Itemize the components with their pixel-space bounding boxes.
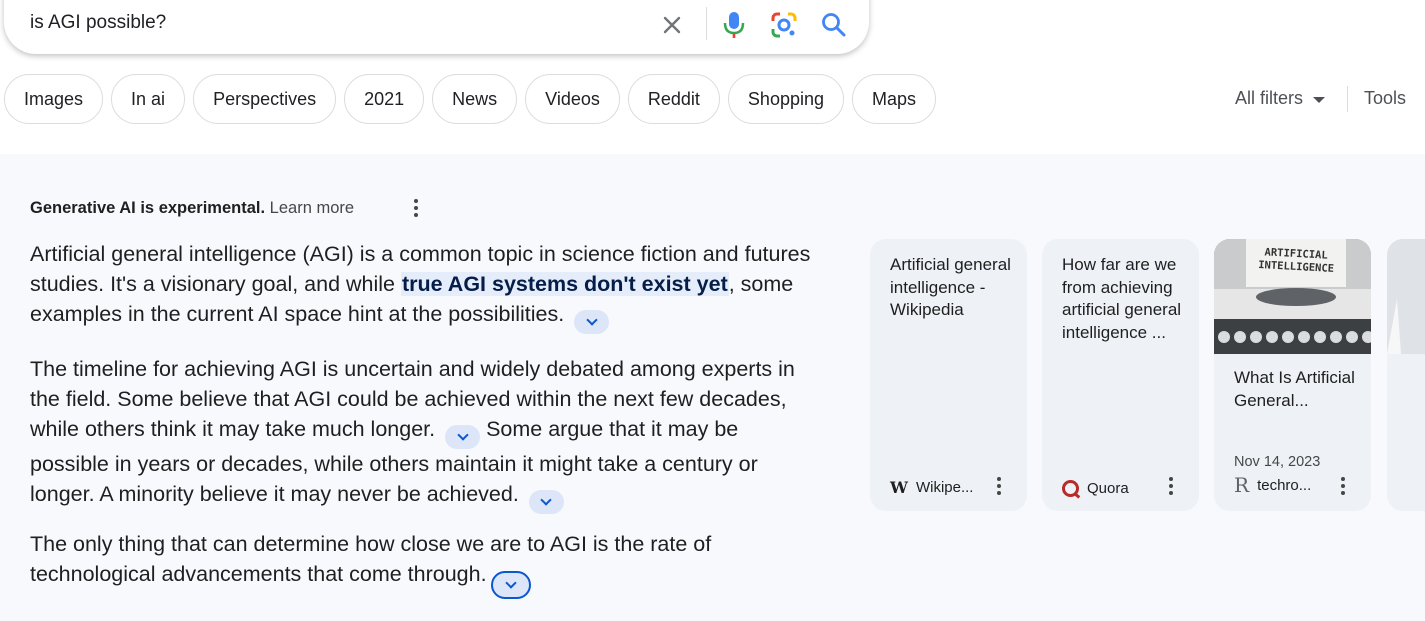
typewriter-thumbnail: ARTIFICIAL INTELLIGENCE: [1214, 239, 1371, 354]
more-options-icon[interactable]: [1341, 477, 1345, 495]
microphone-icon[interactable]: [721, 11, 747, 39]
search-bar[interactable]: is AGI possible?: [4, 0, 869, 54]
search-input[interactable]: is AGI possible?: [30, 12, 166, 34]
google-lens-icon[interactable]: [770, 11, 798, 39]
source-name: Wikipe...: [915, 479, 974, 496]
chip-reddit[interactable]: Reddit: [627, 74, 720, 124]
source-date: Nov 14, 2023: [1234, 454, 1321, 470]
source-card-quora[interactable]: How far are we from achieving artificial…: [1042, 239, 1199, 511]
more-options-icon[interactable]: [1169, 477, 1173, 495]
wikipedia-icon: W: [890, 478, 908, 497]
search-divider: [706, 7, 707, 40]
source-title: What Is Artificial General...: [1234, 368, 1355, 410]
chip-in-ai[interactable]: In ai: [111, 74, 186, 124]
answer-text: The only thing that can determine how cl…: [30, 532, 712, 586]
answer-paragraph-1: Artificial general intelligence (AGI) is…: [30, 239, 820, 334]
source-card-techrocket[interactable]: ARTIFICIAL INTELLIGENCE What Is Artifici…: [1214, 239, 1371, 511]
chevron-down-icon: [586, 314, 598, 326]
chip-videos[interactable]: Videos: [525, 74, 620, 124]
search-filter-chips: Images In ai Perspectives 2021 News Vide…: [4, 74, 937, 124]
source-card-wikipedia[interactable]: Artificial general intelligence - Wikipe…: [870, 239, 1027, 511]
source-card-partial[interactable]: [1387, 239, 1425, 511]
more-options-icon[interactable]: [997, 477, 1001, 495]
highlighted-text: true AGI systems don't exist yet: [401, 272, 729, 296]
source-footer: R techro...: [1234, 473, 1311, 497]
filters-divider: [1347, 86, 1348, 112]
expand-sources-button[interactable]: [528, 490, 564, 514]
chip-images[interactable]: Images: [4, 74, 104, 124]
answer-paragraph-2: The timeline for achieving AGI is uncert…: [30, 354, 820, 514]
caret-down-icon: [1313, 96, 1326, 103]
quora-icon: [1062, 480, 1079, 497]
techrocket-icon: R: [1234, 473, 1250, 497]
ai-overview-panel: Generative AI is experimental. Learn mor…: [0, 154, 1425, 621]
all-filters-button[interactable]: All filters: [1235, 88, 1326, 109]
source-name: techro...: [1257, 476, 1312, 494]
source-name: Quora: [1087, 480, 1129, 497]
source-title: How far are we from achieving artificial…: [1062, 255, 1182, 342]
expand-sources-button[interactable]: [490, 571, 531, 599]
source-footer: Quora: [1062, 480, 1129, 497]
chip-2021[interactable]: 2021: [344, 74, 425, 124]
experimental-notice: Generative AI is experimental. Learn mor…: [30, 199, 354, 218]
search-icon[interactable]: [821, 12, 847, 38]
chip-shopping[interactable]: Shopping: [727, 74, 844, 124]
more-options-icon[interactable]: [410, 199, 422, 217]
answer-paragraph-3: The only thing that can determine how cl…: [30, 529, 820, 599]
close-icon[interactable]: [660, 13, 684, 37]
all-filters-label: All filters: [1235, 88, 1304, 108]
source-title: Artificial general intelligence - Wikipe…: [890, 255, 1011, 319]
chevron-down-icon: [456, 429, 469, 441]
learn-more-link[interactable]: Learn more: [270, 199, 354, 217]
chip-maps[interactable]: Maps: [852, 74, 937, 124]
source-footer: W Wikipe...: [890, 478, 973, 497]
chip-news[interactable]: News: [432, 74, 518, 124]
chip-perspectives[interactable]: Perspectives: [193, 74, 337, 124]
tools-button[interactable]: Tools: [1364, 88, 1406, 109]
chevron-down-icon: [504, 577, 517, 589]
experimental-label: Generative AI is experimental.: [30, 199, 266, 217]
expand-sources-button[interactable]: [574, 310, 610, 334]
expand-sources-button[interactable]: [445, 425, 481, 449]
chevron-down-icon: [540, 494, 552, 506]
partial-thumbnail: [1387, 239, 1425, 354]
